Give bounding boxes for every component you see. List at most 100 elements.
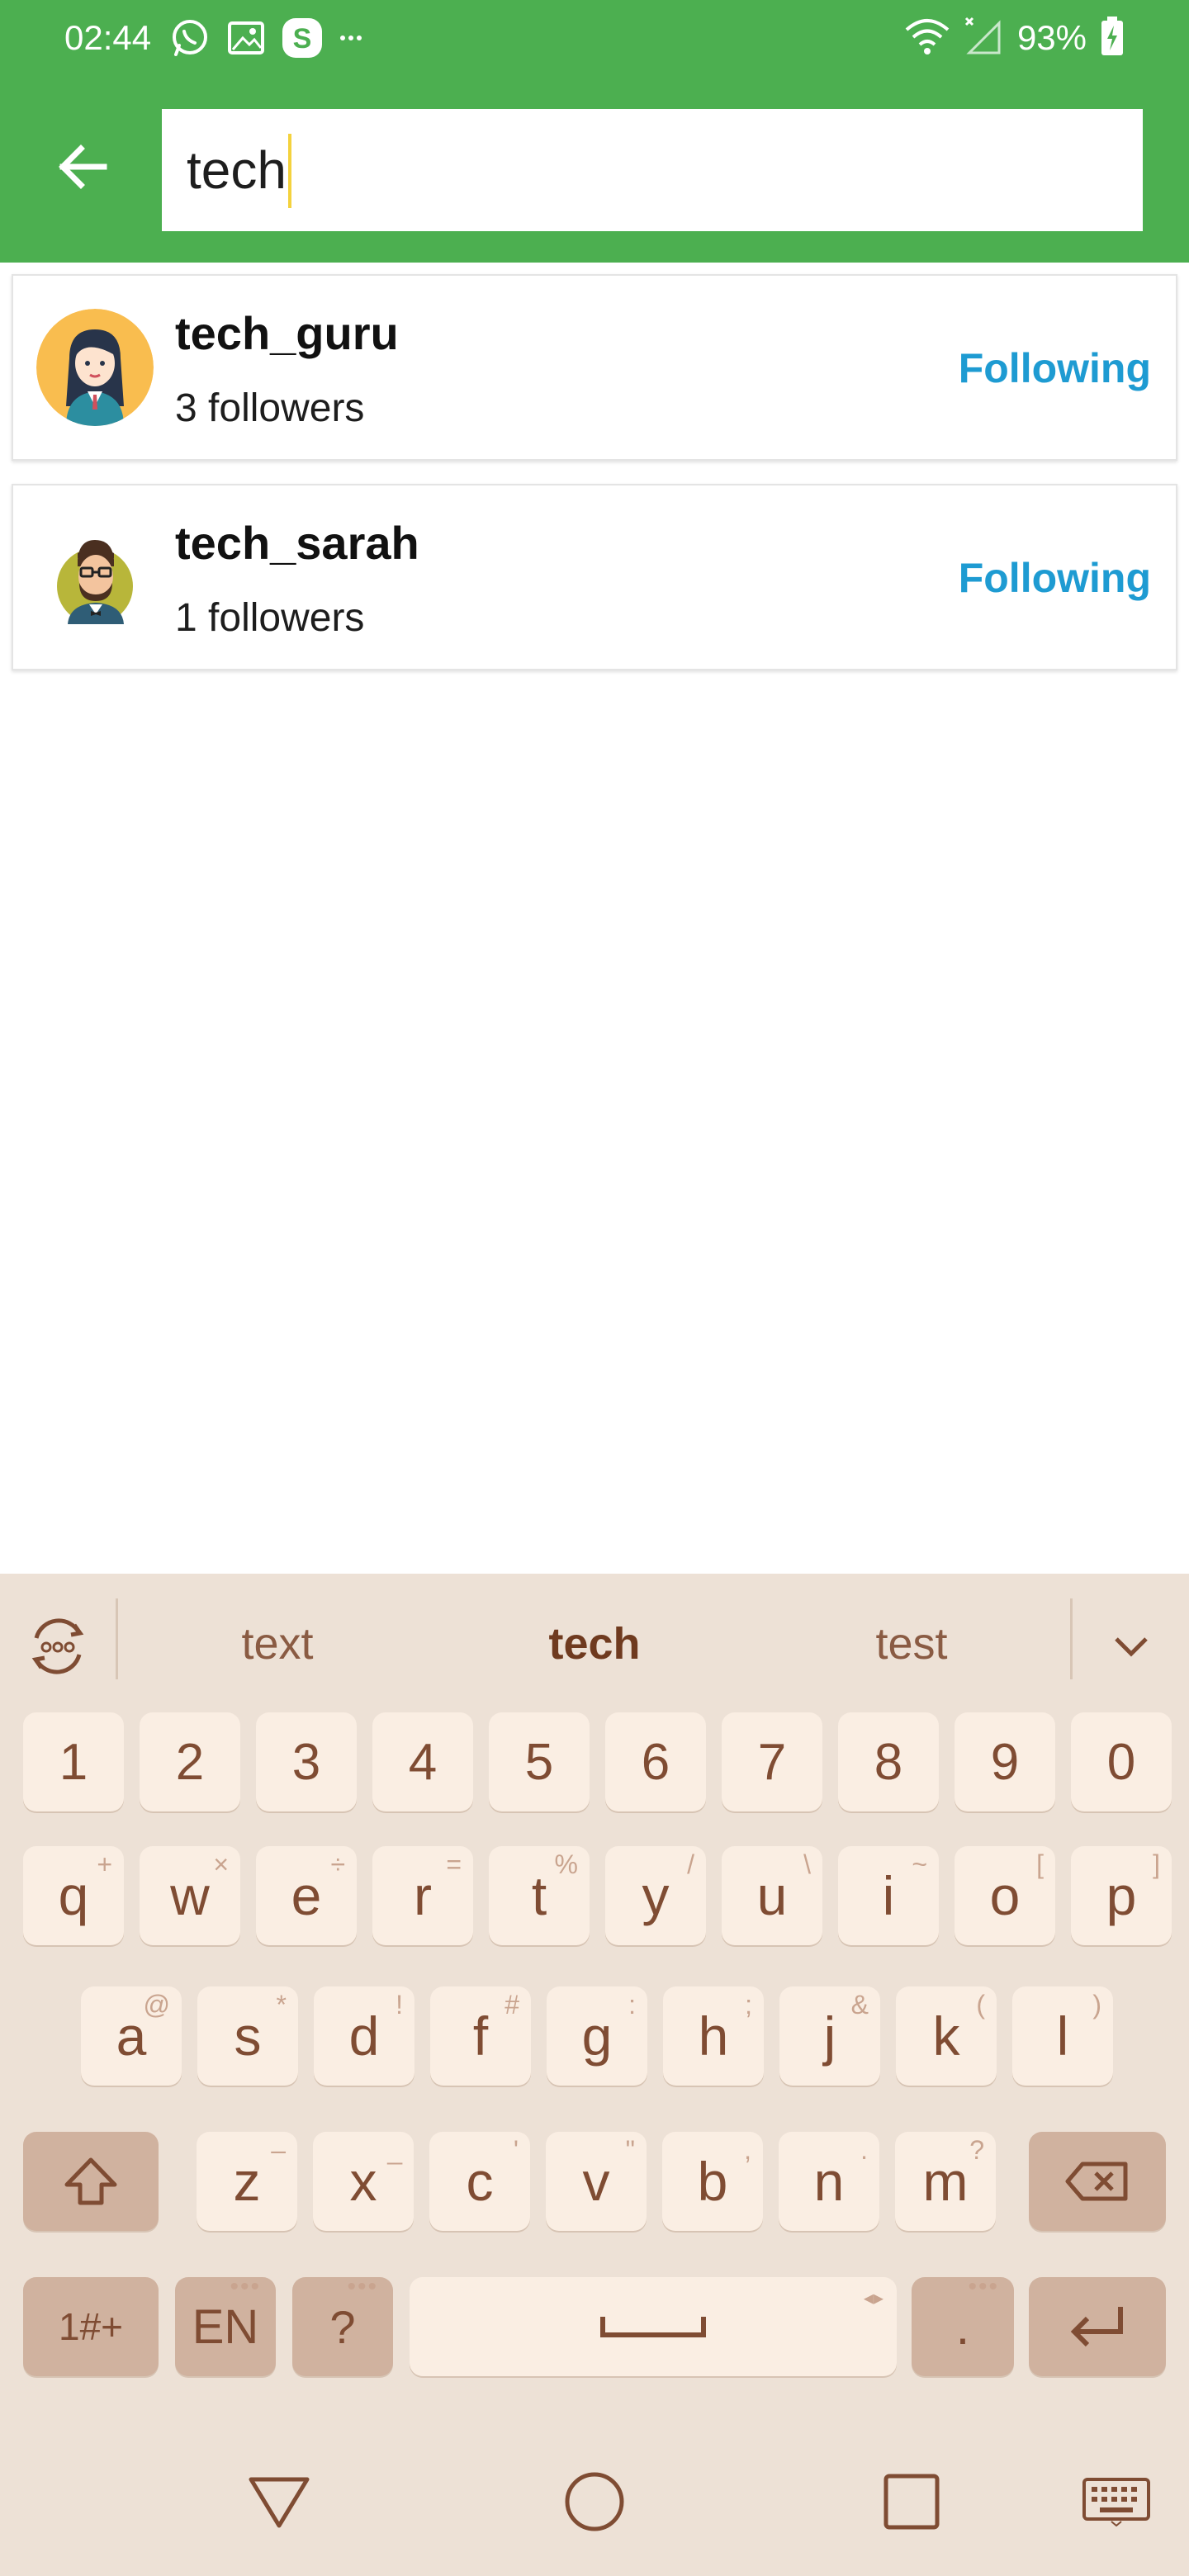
- nav-recents-button[interactable]: [872, 2462, 951, 2541]
- key-hint: .: [860, 2135, 868, 2165]
- suggestion-item[interactable]: text: [154, 1615, 401, 1673]
- key-label: s: [234, 2005, 262, 2067]
- arrow-left-icon: [59, 144, 107, 189]
- key-a[interactable]: @ a: [81, 1986, 182, 2086]
- key-t[interactable]: % t: [489, 1846, 590, 1945]
- shift-key[interactable]: [23, 2132, 159, 2231]
- backspace-key[interactable]: [1029, 2132, 1166, 2231]
- key-label: j: [823, 2005, 836, 2067]
- key-x[interactable]: _ x: [313, 2132, 414, 2231]
- key-h[interactable]: ; h: [663, 1986, 764, 2086]
- cursor-move-hint-icon: ◂▸: [863, 2287, 883, 2309]
- key-hint: ×: [213, 1849, 229, 1879]
- key-label: k: [932, 2005, 960, 2067]
- more-dots: •••: [968, 2273, 999, 2300]
- space-key[interactable]: ◂▸: [410, 2277, 897, 2376]
- following-button[interactable]: Following: [959, 553, 1151, 603]
- key-m[interactable]: ? m: [895, 2132, 996, 2231]
- key-v[interactable]: " v: [546, 2132, 647, 2231]
- key-s[interactable]: * s: [197, 1986, 298, 2086]
- key-i[interactable]: ~ i: [838, 1846, 939, 1945]
- key-z[interactable]: – z: [197, 2132, 297, 2231]
- key-0[interactable]: 0: [1071, 1712, 1172, 1811]
- user-result-card[interactable]: tech_sarah 1 followers Following: [12, 484, 1177, 670]
- key-l[interactable]: ) l: [1012, 1986, 1113, 2086]
- symbols-key[interactable]: 1#+: [23, 2277, 159, 2376]
- keyboard-mode-button[interactable]: [23, 1612, 92, 1681]
- username: tech_sarah: [175, 517, 419, 569]
- following-button[interactable]: Following: [959, 343, 1151, 393]
- key-label: v: [582, 2151, 610, 2212]
- key-c[interactable]: ' c: [429, 2132, 530, 2231]
- key-hint: ;: [745, 1990, 752, 2020]
- key-label: m: [922, 2151, 969, 2212]
- key-7[interactable]: 7: [722, 1712, 822, 1811]
- key-hint: +: [97, 1849, 112, 1879]
- key-label: g: [581, 2005, 613, 2067]
- key-q[interactable]: + q: [23, 1846, 124, 1945]
- key-b[interactable]: ,b: [662, 2132, 763, 2231]
- key-w[interactable]: × w: [140, 1846, 240, 1945]
- key-6[interactable]: 6: [605, 1712, 706, 1811]
- key-label: 3: [291, 1733, 321, 1791]
- key-hint: *: [276, 1990, 287, 2020]
- key-3[interactable]: 3: [256, 1712, 357, 1811]
- keyboard-icon: [1082, 2478, 1150, 2526]
- key-9[interactable]: 9: [955, 1712, 1055, 1811]
- key-y[interactable]: / y: [605, 1846, 706, 1945]
- key-5[interactable]: 5: [489, 1712, 590, 1811]
- suggestion-divider: [116, 1598, 118, 1679]
- key-k[interactable]: (k: [896, 1986, 997, 2086]
- follower-count: 1 followers: [175, 596, 365, 640]
- key-o[interactable]: [o: [955, 1846, 1055, 1945]
- period-key[interactable]: ••• .: [912, 2273, 1014, 2376]
- woman-avatar-icon: [36, 309, 154, 426]
- key-g[interactable]: :g: [547, 1986, 647, 2086]
- key-hint: #: [504, 1990, 519, 2020]
- key-hint: \: [803, 1849, 811, 1879]
- key-f[interactable]: # f: [430, 1986, 531, 2086]
- emoji-switch-icon: [31, 1618, 84, 1674]
- search-input[interactable]: tech: [162, 109, 1143, 231]
- suggestion-item[interactable]: test: [788, 1615, 1035, 1673]
- key-j[interactable]: & j: [779, 1986, 880, 2086]
- navigation-bar: [0, 2424, 1189, 2576]
- key-label: e: [291, 1865, 322, 1926]
- key-n[interactable]: .n: [779, 2132, 879, 2231]
- nav-keyboard-button[interactable]: [1077, 2462, 1156, 2541]
- key-hint: :: [628, 1990, 636, 2020]
- key-label: b: [697, 2151, 728, 2212]
- language-key-label: EN: [192, 2299, 259, 2354]
- key-p[interactable]: ] p: [1071, 1846, 1172, 1945]
- suggestion-item-primary[interactable]: tech: [471, 1615, 718, 1673]
- key-label: 0: [1106, 1733, 1136, 1791]
- key-8[interactable]: 8: [838, 1712, 939, 1811]
- nav-home-button[interactable]: [555, 2462, 634, 2541]
- nav-back-button[interactable]: [239, 2462, 319, 2541]
- enter-key[interactable]: [1029, 2277, 1166, 2376]
- key-r[interactable]: = r: [372, 1846, 473, 1945]
- signal-icon: [964, 17, 1004, 60]
- key-4[interactable]: 4: [372, 1712, 473, 1811]
- key-hint: (: [976, 1990, 985, 2020]
- key-label: l: [1056, 2005, 1069, 2067]
- key-label: w: [170, 1865, 210, 1926]
- key-label: z: [233, 2151, 261, 2212]
- key-hint: ": [625, 2135, 635, 2165]
- key-label: i: [882, 1865, 895, 1926]
- battery-charging-icon: [1100, 16, 1125, 61]
- key-u[interactable]: \ u: [722, 1846, 822, 1945]
- collapse-suggestions-button[interactable]: [1098, 1613, 1164, 1679]
- question-key[interactable]: ••• ?: [292, 2275, 393, 2376]
- user-result-card[interactable]: tech_guru 3 followers Following: [12, 274, 1177, 461]
- search-app-bar: tech: [0, 76, 1189, 263]
- key-label: d: [348, 2005, 380, 2067]
- key-2[interactable]: 2: [140, 1712, 240, 1811]
- key-d[interactable]: ! d: [314, 1986, 414, 2086]
- key-e[interactable]: ÷ e: [256, 1846, 357, 1945]
- language-key[interactable]: ••• EN: [175, 2275, 276, 2376]
- key-label: n: [813, 2151, 845, 2212]
- period-key-label: .: [955, 2299, 970, 2355]
- back-button[interactable]: [41, 125, 124, 208]
- key-1[interactable]: 1: [23, 1712, 124, 1811]
